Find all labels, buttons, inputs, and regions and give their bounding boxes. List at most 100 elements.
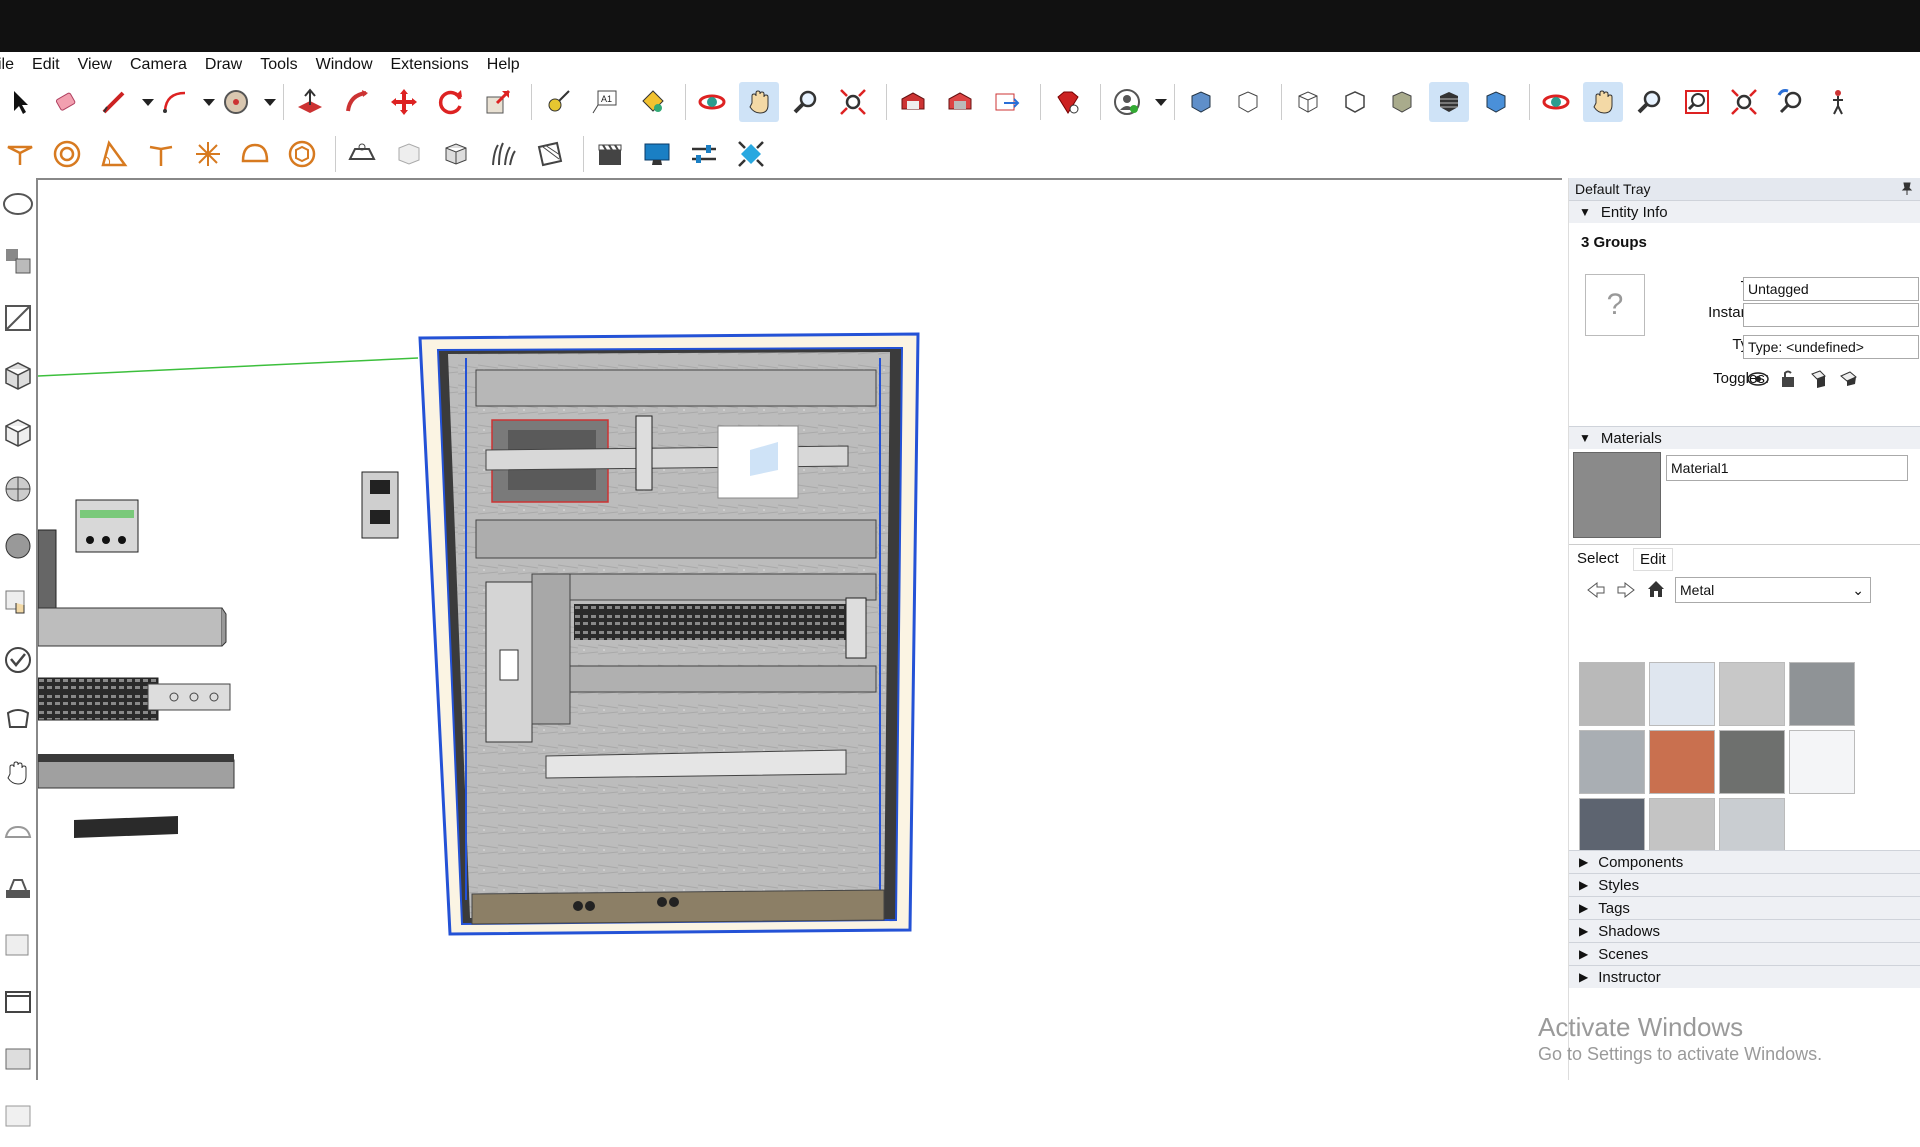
monochrome-button[interactable] [1476,82,1516,122]
lock-icon[interactable] [1773,366,1803,392]
orbit-button-2[interactable] [1536,82,1576,122]
scale-button[interactable] [478,82,518,122]
arc-tool-button[interactable] [155,82,195,122]
menu-tools[interactable]: Tools [260,56,297,74]
tool-icon[interactable] [2,929,34,961]
box-open-button[interactable] [436,134,476,174]
tool-icon[interactable] [2,530,34,562]
dome-button[interactable] [235,134,275,174]
material-swatch[interactable] [1579,730,1645,794]
tool-icon[interactable] [2,701,34,733]
styles-section[interactable]: ▶ Styles [1569,873,1920,896]
select-tool-button[interactable] [0,82,40,122]
drape-button[interactable] [530,134,570,174]
components-section[interactable]: ▶ Components [1569,850,1920,873]
tags-section[interactable]: ▶ Tags [1569,896,1920,919]
pan-button-2[interactable] [1583,82,1623,122]
instance-field[interactable] [1743,303,1919,327]
home-icon[interactable] [1645,578,1667,600]
pan-button[interactable] [739,82,779,122]
back-arrow-icon[interactable] [1585,580,1607,600]
orbit-button[interactable] [692,82,732,122]
menu-extensions[interactable]: Extensions [391,56,469,74]
material-swatch[interactable] [1719,730,1785,794]
shaded-texture-button[interactable] [1429,82,1469,122]
eraser-tool-button[interactable] [47,82,87,122]
shadows-section[interactable]: ▶ Shadows [1569,919,1920,942]
material-swatch[interactable] [1789,730,1855,794]
electrical-cabinet[interactable] [418,332,920,936]
tool-icon[interactable] [2,872,34,904]
material-swatch[interactable] [1789,662,1855,726]
arc-dropdown[interactable] [202,82,216,122]
instructor-section[interactable]: ▶ Instructor [1569,965,1920,988]
zoom-button-2[interactable] [1630,82,1670,122]
shaded-button[interactable] [1382,82,1422,122]
box-button[interactable] [389,134,429,174]
tool-icon[interactable] [2,986,34,1018]
menu-draw[interactable]: Draw [205,56,242,74]
forward-arrow-icon[interactable] [1615,580,1637,600]
entity-info-header[interactable]: ▼ Entity Info [1569,200,1920,223]
tool-icon[interactable] [2,416,34,448]
protractor-button[interactable] [94,134,134,174]
visibility-eye-icon[interactable] [1743,366,1773,392]
tool-icon[interactable] [2,815,34,847]
previous-view-button[interactable] [1771,82,1811,122]
tool-icon[interactable] [2,359,34,391]
move-tool-button[interactable] [731,134,771,174]
tab-select[interactable]: Select [1577,550,1619,567]
material-swatch[interactable] [1579,662,1645,726]
tool-icon[interactable] [2,473,34,505]
walk-button[interactable] [1818,82,1858,122]
pin-icon[interactable] [1901,182,1913,196]
account-button[interactable] [1107,82,1147,122]
sandbox-button[interactable] [0,134,40,174]
account-dropdown[interactable] [1154,82,1168,122]
move-button[interactable] [384,82,424,122]
sliders-button[interactable] [684,134,724,174]
material-swatch[interactable] [1719,662,1785,726]
rotate-button[interactable] [431,82,471,122]
zoom-button[interactable] [786,82,826,122]
iso-view-button[interactable] [1181,82,1221,122]
tool-icon[interactable] [2,587,34,619]
material-name-field[interactable]: Material1 [1666,455,1908,481]
receive-shadow-icon[interactable] [1833,366,1863,392]
loose-components[interactable] [38,471,399,838]
menu-file[interactable]: ile [0,56,14,74]
menu-view[interactable]: View [78,56,112,74]
top-view-button[interactable] [1228,82,1268,122]
cast-shadow-icon[interactable] [1803,366,1833,392]
axes-button[interactable] [141,134,181,174]
add-location-button[interactable] [342,134,382,174]
extension-warehouse-button[interactable] [940,82,980,122]
grass-button[interactable] [483,134,523,174]
ruby-console-button[interactable] [1047,82,1087,122]
tool-icon[interactable] [2,1100,34,1132]
zoom-extents-button-2[interactable] [1724,82,1764,122]
tool-icon[interactable] [2,644,34,676]
menu-window[interactable]: Window [316,56,373,74]
section-plane-button[interactable] [188,134,228,174]
menu-edit[interactable]: Edit [32,56,60,74]
scenes-button[interactable] [590,134,630,174]
tape-measure-button[interactable] [538,82,578,122]
type-select[interactable]: Type: <undefined> [1743,335,1919,359]
materials-header[interactable]: ▼ Materials [1569,426,1920,449]
send-to-layout-button[interactable] [987,82,1027,122]
tool-icon[interactable] [2,758,34,790]
tool-icon[interactable] [2,1043,34,1075]
push-pull-button[interactable] [290,82,330,122]
zoom-window-button[interactable] [1677,82,1717,122]
component-button[interactable] [282,134,322,174]
material-swatch[interactable] [1649,662,1715,726]
line-tool-button[interactable] [94,82,134,122]
tool-icon[interactable] [2,245,34,277]
line-dropdown[interactable] [141,82,155,122]
shape-tool-button[interactable] [216,82,256,122]
follow-me-button[interactable] [337,82,377,122]
paint-bucket-button[interactable] [632,82,672,122]
tool-icon[interactable] [2,302,34,334]
material-library-select[interactable]: Metal ⌄ [1675,577,1871,603]
